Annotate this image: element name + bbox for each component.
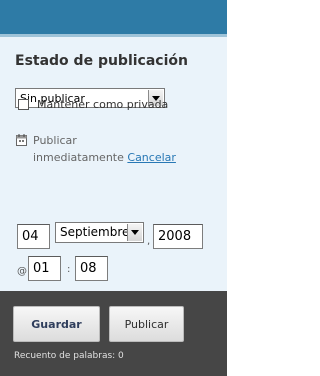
hour-input[interactable]: 01	[28, 256, 61, 281]
month-select-value: Septiembre	[60, 225, 130, 239]
publish-status-panel: Estado de publicación	[0, 37, 227, 291]
year-input[interactable]: 2008	[153, 224, 203, 249]
private-checkbox-label: Mantener como privada	[37, 97, 169, 111]
top-bar	[0, 0, 227, 37]
publish-button[interactable]: Publicar	[109, 306, 184, 342]
minute-input[interactable]: 08	[75, 256, 108, 281]
publish-timing-label: Publicar	[33, 134, 77, 147]
cancel-link[interactable]: Cancelar	[127, 151, 176, 164]
publish-widget: Estado de publicación Sin publicar Mante…	[0, 0, 227, 376]
publish-timing-value: inmediatamente	[33, 151, 124, 164]
at-symbol: @	[17, 266, 27, 277]
dropdown-arrow-icon	[127, 224, 142, 241]
month-select[interactable]: Septiembre	[55, 222, 144, 243]
date-comma: ,	[147, 236, 151, 247]
calendar-icon	[16, 134, 27, 146]
private-checkbox[interactable]	[18, 98, 29, 110]
private-checkbox-row[interactable]: Mantener como privada	[18, 97, 168, 111]
panel-title: Estado de publicación	[15, 53, 188, 69]
day-input[interactable]: 04	[17, 224, 50, 249]
time-colon: :	[67, 264, 71, 275]
publish-timing-line: inmediatamente Cancelar	[33, 151, 176, 164]
save-button[interactable]: Guardar	[13, 306, 100, 342]
word-count: Recuento de palabras: 0	[14, 351, 124, 361]
